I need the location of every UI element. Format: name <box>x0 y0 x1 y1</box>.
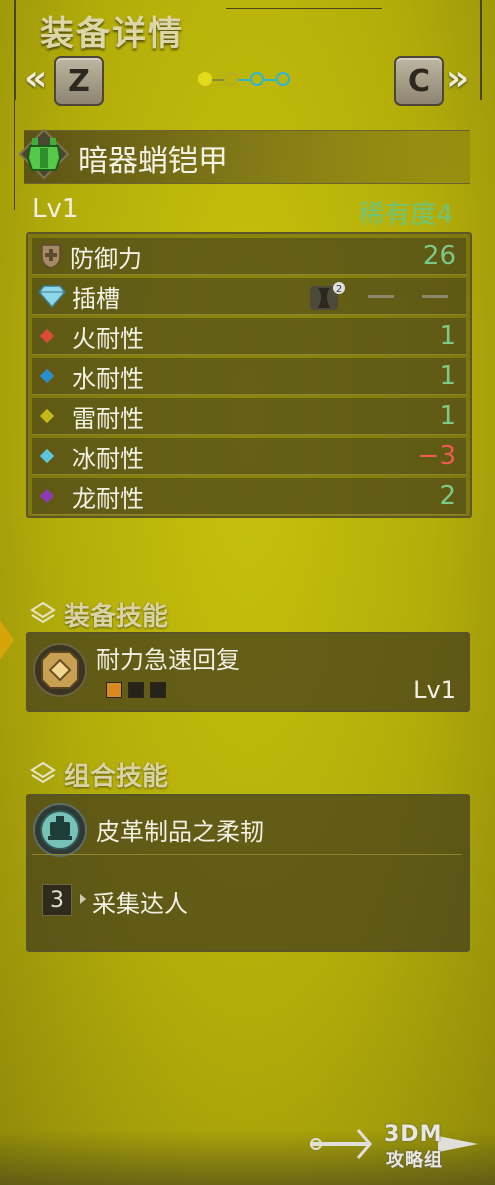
stat-label: 冰耐性 <box>72 444 144 473</box>
armor-name: 暗器蛸铠甲 <box>78 144 228 179</box>
stat-row-thunder: 雷耐性 1 <box>32 398 466 435</box>
stat-row-defense: 防御力 26 <box>32 238 466 275</box>
watermark-3dm: 3DM <box>384 1122 443 1147</box>
stat-label: 水耐性 <box>72 364 144 393</box>
stat-label: 龙耐性 <box>72 484 144 513</box>
next-page-button[interactable]: C <box>394 56 444 106</box>
fire-element-icon <box>39 328 55 344</box>
skill-level-pip-empty <box>150 682 166 698</box>
stat-value: −3 <box>417 441 456 471</box>
equip-skill-item[interactable]: 耐力急速回复 Lv1 <box>26 632 470 712</box>
page-title: 装备详情 <box>40 14 184 54</box>
stat-value: 2 <box>439 481 456 511</box>
section-icon <box>30 601 56 625</box>
dragon-element-icon <box>39 488 55 504</box>
set-bonus-skill: 采集达人 <box>92 890 188 918</box>
prev-key-label: Z <box>68 63 90 99</box>
next-key-label: C <box>407 63 431 99</box>
page-dot <box>276 72 290 86</box>
stat-row-slots: 插槽 2 <box>32 278 466 315</box>
skill-level-pip-filled <box>106 682 122 698</box>
left-frame-line <box>14 100 15 210</box>
section-icon <box>30 761 56 785</box>
page-dot <box>250 72 264 86</box>
page-dot <box>198 72 212 86</box>
page-dot-connector <box>264 79 276 81</box>
stamina-skill-icon <box>32 642 88 698</box>
svg-text:2: 2 <box>336 284 342 295</box>
ice-element-icon <box>39 448 55 464</box>
equip-skills-title: 装备技能 <box>64 602 169 632</box>
focus-marker <box>0 620 14 660</box>
empty-slot <box>368 295 394 298</box>
prev-arrow: « <box>24 58 48 99</box>
stat-label: 火耐性 <box>72 324 144 353</box>
stat-label: 雷耐性 <box>72 404 144 433</box>
set-bonus-pieces: 3 <box>42 884 72 916</box>
set-bonus-icon <box>32 802 88 858</box>
thunder-element-icon <box>39 408 55 424</box>
caret-right-icon <box>80 894 86 904</box>
stat-row-water: 水耐性 1 <box>32 358 466 395</box>
watermark-guide-group: 攻略组 <box>386 1150 443 1171</box>
stat-label: 防御力 <box>70 244 142 273</box>
set-skill-panel[interactable]: 皮革制品之柔韧 3 采集达人 <box>26 794 470 952</box>
page-indicator <box>198 72 302 88</box>
stat-row-fire: 火耐性 1 <box>32 318 466 355</box>
skill-level-pip-empty <box>128 682 144 698</box>
stat-row-ice: 冰耐性 −3 <box>32 438 466 475</box>
armor-rarity: 稀有度4 <box>358 200 453 230</box>
page-dot-connector <box>212 79 224 81</box>
stat-value: 1 <box>439 401 456 431</box>
next-arrow: » <box>446 58 470 99</box>
prev-page-button[interactable]: Z <box>54 56 104 106</box>
stat-value: 1 <box>439 321 456 351</box>
stat-row-dragon: 龙耐性 2 <box>32 478 466 515</box>
stat-value: 1 <box>439 361 456 391</box>
stat-value: 26 <box>422 241 456 271</box>
header-frame-top <box>226 8 382 9</box>
decoration-slot-2-icon: 2 <box>306 280 346 312</box>
set-name: 皮革制品之柔韧 <box>96 818 264 846</box>
skill-name: 耐力急速回复 <box>96 646 240 674</box>
armor-level: Lv1 <box>32 194 79 224</box>
header-frame-right <box>480 0 482 100</box>
water-element-icon <box>39 368 55 384</box>
page-dot-connector <box>238 79 250 81</box>
diamond-icon <box>38 284 66 309</box>
stat-label: 插槽 <box>72 284 120 313</box>
set-skills-title: 组合技能 <box>64 762 169 792</box>
chest-armor-icon <box>18 128 70 180</box>
set-divider <box>32 854 462 855</box>
page-dot <box>224 72 238 86</box>
skill-level: Lv1 <box>413 676 456 704</box>
stats-panel: 防御力 26 插槽 2 火耐性 1 水耐性 1 雷耐性 1 冰耐性 −3 龙耐性… <box>26 232 472 518</box>
shield-icon <box>40 243 62 269</box>
empty-slot <box>422 295 448 298</box>
header-frame-left <box>14 0 16 100</box>
